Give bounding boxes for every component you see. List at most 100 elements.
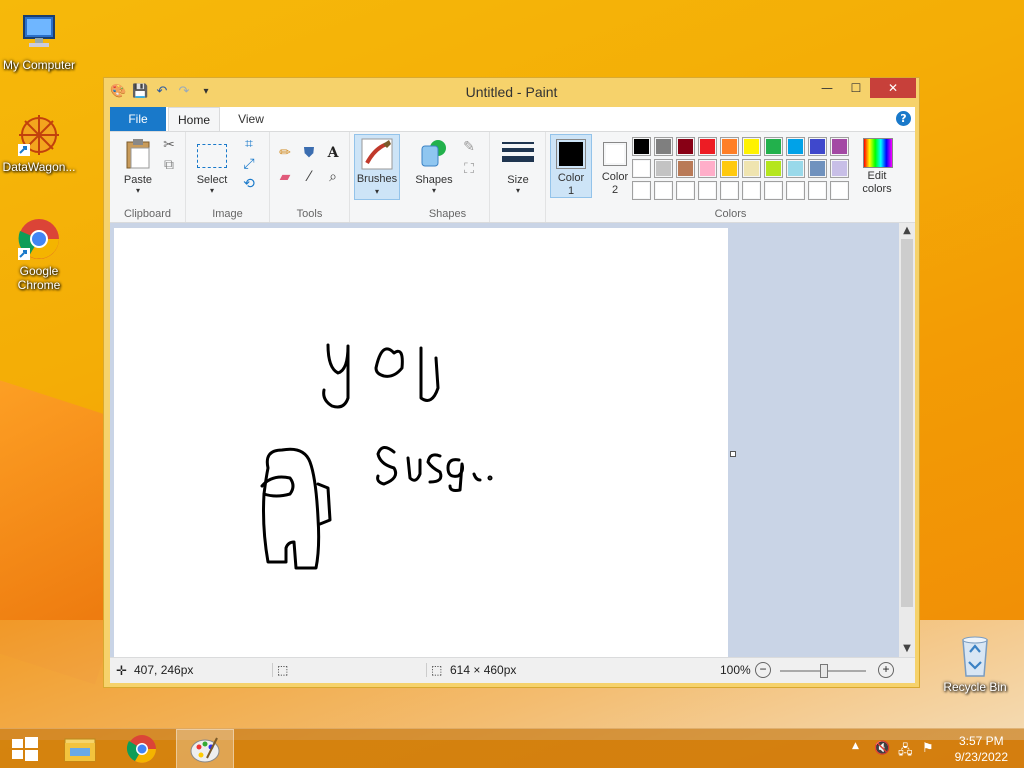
brush-icon xyxy=(361,138,393,170)
rotate-icon[interactable]: ⟲ xyxy=(240,175,258,193)
resize-icon[interactable]: ⤢ xyxy=(240,155,258,173)
network-icon[interactable]: 🖧 xyxy=(898,741,913,763)
palette-swatch[interactable] xyxy=(830,137,849,156)
crop-icon[interactable]: ⌗ xyxy=(240,135,258,153)
color1-button[interactable]: Color 1 xyxy=(550,134,592,198)
brushes-button[interactable]: Brushes ▾ xyxy=(354,134,400,200)
group-image: Select ▾ ⌗ ⤢ ⟲ Image xyxy=(186,132,270,222)
palette-swatch[interactable] xyxy=(764,137,783,156)
color-picker-icon[interactable]: ⁄ xyxy=(300,168,318,186)
palette-swatch[interactable] xyxy=(632,159,651,178)
palette-swatch[interactable] xyxy=(654,181,673,200)
palette-swatch[interactable] xyxy=(764,181,783,200)
status-bar: ✛ 407, 246px ⬚ ⬚ 614 × 460px 100% − + xyxy=(110,657,915,683)
palette-swatch[interactable] xyxy=(830,181,849,200)
palette-swatch[interactable] xyxy=(786,159,805,178)
palette-swatch[interactable] xyxy=(654,137,673,156)
palette-swatch[interactable] xyxy=(632,137,651,156)
title-bar[interactable]: 🎨 💾 ↶ ↷ ▾ Untitled - Paint — ☐ ✕ xyxy=(104,78,919,106)
clock-time: 3:57 PM xyxy=(958,734,1004,748)
palette-swatch[interactable] xyxy=(830,159,849,178)
shapes-label: Shapes xyxy=(415,174,453,186)
edit-colors-button[interactable]: Edit colors xyxy=(856,134,898,198)
palette-swatch[interactable] xyxy=(786,181,805,200)
palette-swatch[interactable] xyxy=(742,181,761,200)
palette-swatch[interactable] xyxy=(720,181,739,200)
palette-swatch[interactable] xyxy=(654,159,673,178)
palette-swatch[interactable] xyxy=(786,137,805,156)
palette-swatch[interactable] xyxy=(698,159,717,178)
minimize-button[interactable]: — xyxy=(812,78,842,98)
color-palette xyxy=(632,137,854,203)
palette-swatch[interactable] xyxy=(742,159,761,178)
select-dropdown-icon[interactable]: ▾ xyxy=(192,186,232,195)
size-button[interactable]: Size ▾ xyxy=(496,136,540,195)
palette-swatch[interactable] xyxy=(632,181,651,200)
text-icon[interactable]: A xyxy=(324,144,342,162)
ribbon: Paste ▾ ✂ ⧉ Clipboard Select ▾ ⌗ ⤢ ⟲ Ima… xyxy=(110,131,915,223)
pencil-icon[interactable]: ✏ xyxy=(276,144,294,162)
palette-swatch[interactable] xyxy=(676,137,695,156)
magnifier-icon[interactable]: ⌕ xyxy=(324,168,342,186)
clock[interactable]: 3:57 PM 9/23/2022 xyxy=(955,733,1008,765)
start-button[interactable] xyxy=(0,729,56,768)
volume-muted-icon[interactable]: 🔇 xyxy=(874,741,890,756)
desktop-icon-recycle-bin[interactable]: Recycle Bin xyxy=(936,632,1014,694)
color2-button[interactable]: Color 2 xyxy=(594,134,636,198)
palette-swatch[interactable] xyxy=(808,159,827,178)
desktop-icon-my-computer[interactable]: My Computer xyxy=(0,10,78,72)
palette-swatch[interactable] xyxy=(720,137,739,156)
cut-icon[interactable]: ✂ xyxy=(160,136,178,154)
desktop: My Computer DataWagon... Google Chrome R… xyxy=(0,0,1024,768)
palette-swatch[interactable] xyxy=(676,159,695,178)
taskbar-chrome[interactable] xyxy=(114,729,170,768)
palette-swatch[interactable] xyxy=(720,159,739,178)
eraser-icon[interactable]: ▰ xyxy=(276,168,294,186)
palette-swatch[interactable] xyxy=(698,137,717,156)
palette-swatch[interactable] xyxy=(808,181,827,200)
paste-dropdown-icon[interactable]: ▾ xyxy=(118,186,158,195)
taskbar-paint[interactable] xyxy=(176,729,234,768)
palette-swatch[interactable] xyxy=(808,137,827,156)
fill-shape-icon[interactable]: ⛶ xyxy=(460,160,478,178)
desktop-icon-label: Recycle Bin xyxy=(943,680,1007,694)
maximize-button[interactable]: ☐ xyxy=(842,78,870,98)
zoom-out-icon[interactable]: − xyxy=(755,662,771,678)
color1-swatch xyxy=(556,139,586,169)
tab-file[interactable]: File xyxy=(110,107,166,131)
edit-colors-icon xyxy=(863,138,893,168)
size-dropdown-icon[interactable]: ▾ xyxy=(496,186,540,195)
show-hidden-icons-icon[interactable]: ▲ xyxy=(852,741,859,751)
desktop-icon-google-chrome[interactable]: Google Chrome xyxy=(0,216,78,292)
paste-button[interactable]: Paste ▾ xyxy=(118,136,158,195)
scroll-down-icon[interactable]: ▼ xyxy=(899,641,915,657)
scroll-thumb[interactable] xyxy=(901,239,913,607)
help-icon[interactable]: ? xyxy=(896,111,911,126)
vertical-scrollbar[interactable]: ▲ ▼ xyxy=(899,223,915,657)
close-button[interactable]: ✕ xyxy=(870,78,916,98)
select-button[interactable]: Select ▾ xyxy=(192,136,232,195)
scroll-up-icon[interactable]: ▲ xyxy=(899,223,915,239)
palette-swatch[interactable] xyxy=(676,181,695,200)
palette-swatch[interactable] xyxy=(698,181,717,200)
taskbar-file-explorer[interactable] xyxy=(52,729,108,768)
desktop-icon-label: DataWagon... xyxy=(2,160,76,174)
zoom-slider[interactable] xyxy=(780,664,866,678)
desktop-icon-datawagon[interactable]: DataWagon... xyxy=(0,112,78,174)
copy-icon[interactable]: ⧉ xyxy=(160,156,178,174)
fill-icon[interactable]: ⛊ xyxy=(300,144,318,162)
tab-view[interactable]: View xyxy=(228,107,274,131)
palette-swatch[interactable] xyxy=(764,159,783,178)
zoom-level: 100% xyxy=(720,663,751,677)
palette-swatch[interactable] xyxy=(742,137,761,156)
zoom-slider-thumb[interactable] xyxy=(820,664,828,678)
drawing-canvas[interactable] xyxy=(114,228,728,657)
action-center-icon[interactable]: ⚑ xyxy=(922,741,934,756)
shapes-button[interactable]: Shapes ▾ xyxy=(412,136,456,195)
outline-icon[interactable]: ✎ xyxy=(460,138,478,156)
tab-home[interactable]: Home xyxy=(168,107,220,131)
shapes-dropdown-icon[interactable]: ▾ xyxy=(412,186,456,195)
brushes-dropdown-icon[interactable]: ▾ xyxy=(355,187,399,196)
resize-handle[interactable] xyxy=(730,451,736,457)
zoom-in-icon[interactable]: + xyxy=(878,662,894,678)
